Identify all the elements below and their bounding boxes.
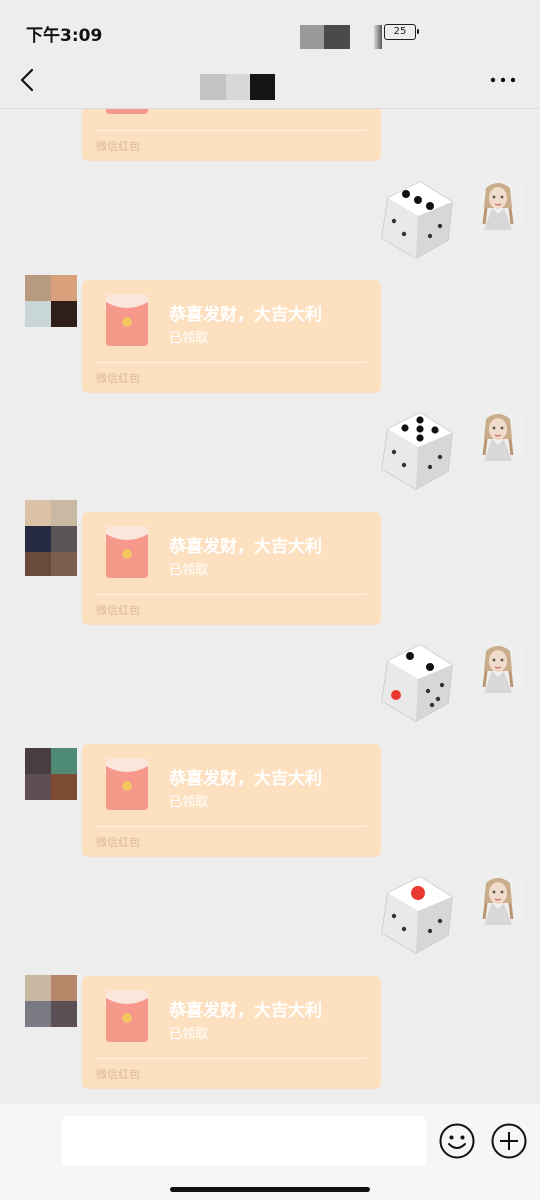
red-packet-card[interactable]: 微信红包 <box>82 108 381 161</box>
plus-icon[interactable] <box>490 1122 528 1160</box>
red-envelope-icon <box>106 526 148 578</box>
emoji-icon[interactable] <box>438 1122 476 1160</box>
signal-icon <box>300 25 324 49</box>
self-avatar[interactable] <box>472 873 524 925</box>
avatar-image <box>472 641 524 693</box>
red-packet-footer: 微信红包 <box>96 604 140 617</box>
red-packet-title: 恭喜发财，大吉大利 <box>169 1001 322 1021</box>
red-packet-card[interactable]: 恭喜发财，大吉大利 已领取 微信红包 <box>82 744 381 857</box>
battery-icon: 25 <box>384 24 416 40</box>
red-packet-status: 已领取 <box>169 563 209 578</box>
red-packet-divider <box>96 1058 367 1059</box>
dice-icon[interactable] <box>372 639 458 725</box>
contact-avatar[interactable] <box>25 748 77 800</box>
red-packet-divider <box>96 130 367 131</box>
red-packet-divider <box>96 594 367 595</box>
red-packet-status: 已领取 <box>169 331 209 346</box>
contact-avatar[interactable] <box>25 275 77 327</box>
dice-icon[interactable] <box>372 176 458 262</box>
battery-tip <box>417 29 419 34</box>
message-input[interactable] <box>62 1116 426 1166</box>
home-indicator <box>170 1187 370 1192</box>
chat-title <box>250 74 275 100</box>
red-packet-divider <box>96 826 367 827</box>
back-arrow-icon[interactable] <box>18 68 38 92</box>
red-packet-status: 已领取 <box>169 795 209 810</box>
red-packet-footer: 微信红包 <box>96 1068 140 1081</box>
avatar-image <box>472 178 524 230</box>
red-packet-card[interactable]: 恭喜发财，大吉大利 已领取 微信红包 <box>82 280 381 393</box>
contact-avatar-lower <box>25 552 77 576</box>
signal-icon <box>324 25 350 49</box>
red-packet-card[interactable]: 恭喜发财，大吉大利 已领取 微信红包 <box>82 976 381 1089</box>
red-packet-footer: 微信红包 <box>96 372 140 385</box>
input-bar <box>0 1104 540 1200</box>
nav-bar <box>0 60 540 109</box>
more-dots-icon[interactable] <box>488 70 518 90</box>
self-avatar[interactable] <box>472 409 524 461</box>
red-packet-divider <box>96 362 367 363</box>
self-avatar[interactable] <box>472 178 524 230</box>
chat-title <box>200 74 226 100</box>
dice-icon[interactable] <box>372 871 458 957</box>
red-envelope-icon <box>106 758 148 810</box>
red-packet-footer: 微信红包 <box>96 836 140 849</box>
self-avatar[interactable] <box>472 641 524 693</box>
dice-icon[interactable] <box>372 407 458 493</box>
status-time: 下午3:09 <box>26 26 103 46</box>
red-packet-status: 已领取 <box>169 1027 209 1042</box>
red-packet-title: 恭喜发财，大吉大利 <box>169 305 322 325</box>
red-packet-footer: 微信红包 <box>96 140 140 153</box>
red-packet-title: 恭喜发财，大吉大利 <box>169 769 322 789</box>
red-packet-card[interactable]: 恭喜发财，大吉大利 已领取 微信红包 <box>82 512 381 625</box>
contact-avatar[interactable] <box>25 975 77 1027</box>
red-envelope-icon <box>106 294 148 346</box>
contact-avatar[interactable] <box>25 500 77 552</box>
chat-messages[interactable]: 微信红包 恭喜发财，大吉大利 已领取 微信红包 恭喜发财，大吉大利 已领取 微信… <box>0 108 540 1100</box>
wifi-icon <box>374 25 382 49</box>
avatar-image <box>472 873 524 925</box>
status-bar: 下午3:09 25 <box>0 0 540 60</box>
avatar-image <box>472 409 524 461</box>
chat-title <box>226 74 250 100</box>
red-envelope-icon <box>106 990 148 1042</box>
red-packet-title: 恭喜发财，大吉大利 <box>169 537 322 557</box>
